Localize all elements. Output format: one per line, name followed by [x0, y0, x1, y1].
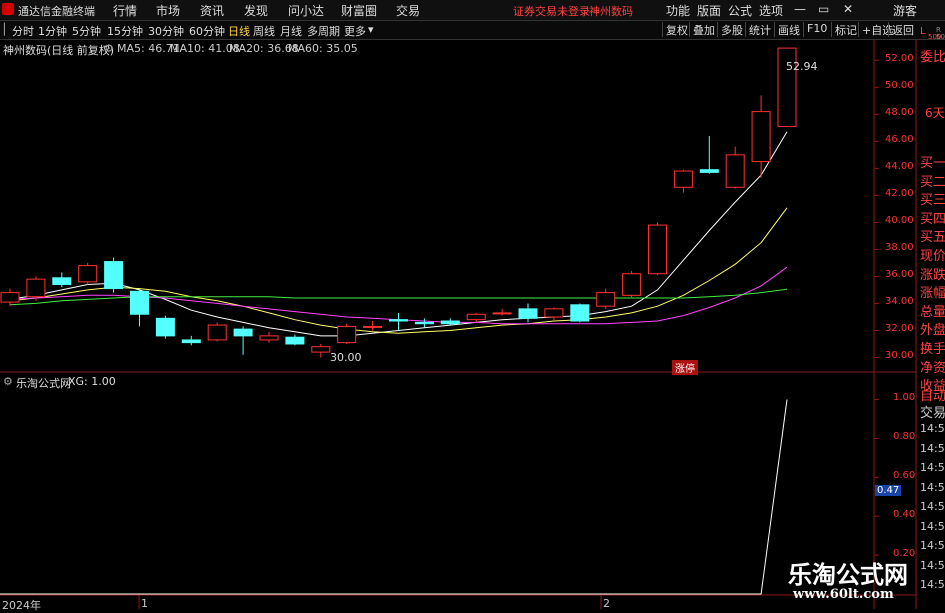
y-tick-label: 32.00 [885, 323, 914, 335]
x-label-2024: 2024年 [2, 599, 41, 612]
candle-up [544, 308, 564, 318]
sub-y-tick-label: 0.60 [893, 470, 916, 482]
candle-down [414, 321, 434, 325]
panel-field-label: 外盘 [920, 323, 945, 339]
sub-chart [0, 399, 788, 595]
candle-up [78, 265, 98, 283]
candle-up [596, 292, 616, 307]
x-label-feb: 2 [603, 597, 610, 610]
y-tick-label: 42.00 [885, 188, 914, 200]
candle-up [311, 346, 331, 353]
panel-r-value: 500 [936, 33, 945, 41]
candle-up [207, 324, 227, 341]
panel-field-label: 买五 [920, 230, 945, 246]
panel-field-label: 总量 [920, 304, 945, 320]
y-tick-label: 48.00 [885, 107, 914, 119]
candle-up [363, 325, 383, 328]
weibi-label: 委比 [920, 50, 945, 65]
sub-y-tick-label: 1.00 [893, 392, 916, 404]
candle-up [337, 325, 357, 344]
trade-time-label: 14:56 [920, 519, 945, 533]
panel-field-label: 买二 [920, 174, 945, 190]
panel-field-label: 换手 [920, 342, 945, 357]
high-price-label: 52.94 [786, 60, 818, 73]
watermark-url: www.60lt.com [793, 587, 894, 602]
candle-down [570, 304, 590, 322]
trade-time-label: 14:56 [920, 461, 945, 474]
y-tick-label: 44.00 [885, 161, 914, 173]
limit-up-tag: 涨停 [672, 360, 698, 375]
candles [0, 47, 797, 358]
candle-up [648, 224, 667, 275]
panel-field-label: 买一 [920, 156, 945, 171]
panel-field-label: 买四 [920, 211, 945, 227]
candle-up [622, 273, 642, 296]
xg-line [0, 399, 788, 595]
panel-field-label: 涨幅 [920, 286, 945, 302]
ma-line-ma5 [9, 131, 788, 337]
candle-up [673, 170, 693, 188]
candle-down [440, 320, 460, 325]
sub-y-tick-label: 0.40 [893, 509, 916, 521]
trade-time-label: 14:56 [920, 539, 945, 552]
candle-up [466, 313, 486, 321]
watermark-title: 乐淘公式网 [788, 561, 908, 589]
trade-label[interactable]: 交易 [920, 402, 945, 421]
panel-field-label: 净资 [920, 360, 945, 376]
y-tick-label: 30.00 [885, 350, 914, 362]
price-chart[interactable] [0, 0, 945, 609]
y-tick-label: 52.00 [885, 53, 914, 65]
candle-down [155, 317, 175, 337]
candle-up [259, 335, 279, 341]
candle-down [285, 336, 305, 345]
candle-down [181, 339, 201, 344]
ma-lines [9, 131, 788, 337]
candle-up [0, 292, 20, 303]
trade-time-label: 14:56 [920, 480, 945, 494]
candle-down [104, 261, 124, 290]
trade-time-label: 14:56 [920, 441, 945, 455]
candle-down [130, 290, 149, 315]
days-label: 6天 [925, 106, 945, 120]
panel-l-label: L [920, 26, 926, 37]
candle-up [725, 154, 745, 188]
x-label-jan: 1 [141, 597, 148, 610]
candle-up [26, 278, 46, 298]
panel-field-label: 涨跌 [920, 267, 945, 283]
y-tick-label: 36.00 [885, 269, 914, 281]
ma-line-ma60 [9, 288, 788, 306]
trade-time-label: 14:56 [920, 500, 945, 513]
y-tick-label: 34.00 [885, 296, 914, 308]
trade-time-label: 14:56 [920, 422, 945, 435]
candle-down [699, 169, 719, 173]
y-tick-label: 50.00 [885, 80, 914, 92]
candle-down [518, 308, 538, 319]
y-tick-label: 40.00 [885, 215, 914, 227]
panel-field-label: 现价 [920, 249, 945, 264]
candle-up [492, 312, 512, 315]
y-tick-label: 46.00 [885, 134, 914, 146]
cursor-value-badge: 0.47 [875, 485, 902, 496]
panel-field-label: 买三 [920, 193, 945, 209]
candle-down [52, 277, 72, 286]
candle-up [751, 111, 771, 163]
y-tick-label: 38.00 [885, 242, 914, 254]
candle-down [233, 328, 253, 337]
watermark: 乐淘公式网 www.60lt.com [768, 555, 928, 605]
sub-y-tick-label: 0.80 [893, 431, 916, 443]
low-price-label: 30.00 [330, 351, 362, 364]
candle-down [389, 319, 408, 322]
